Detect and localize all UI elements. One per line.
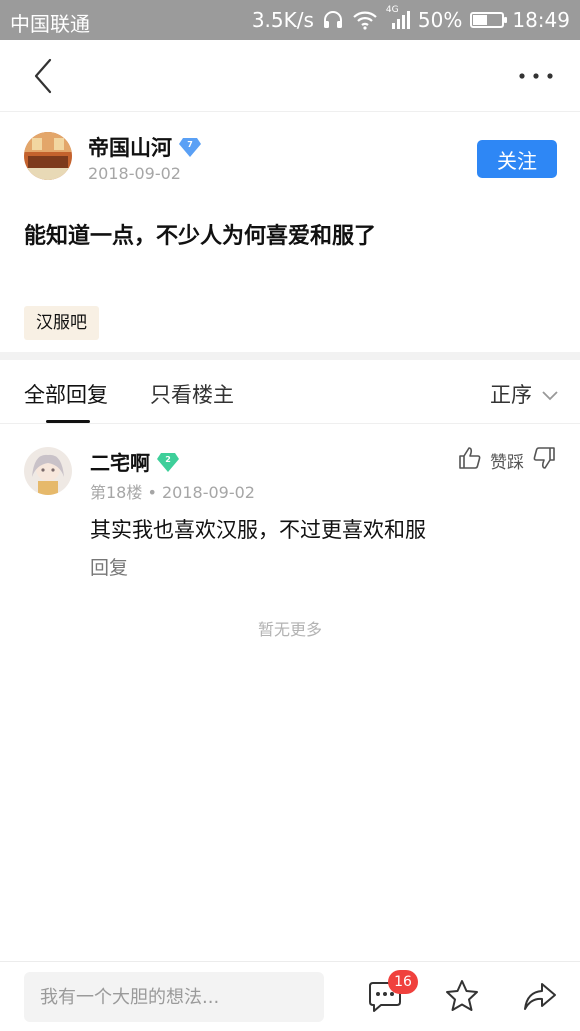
tab-op-only[interactable]: 只看楼主 xyxy=(150,379,234,409)
author-avatar[interactable] xyxy=(24,132,72,180)
sort-label: 正序 xyxy=(490,383,532,407)
share-icon[interactable] xyxy=(522,978,558,1014)
chevron-down-icon xyxy=(542,382,558,406)
wifi-icon xyxy=(352,10,378,30)
commenter-row: 二宅啊 2 xyxy=(90,447,180,476)
reply-link[interactable]: 回复 xyxy=(90,553,128,580)
battery-level xyxy=(473,15,488,25)
no-more-text: 暂无更多 xyxy=(257,620,322,639)
thumbs-up-icon[interactable] xyxy=(458,446,482,475)
clock: 18:49 xyxy=(512,8,570,32)
network-speed: 3.5K/s xyxy=(251,8,314,32)
active-tab-indicator xyxy=(46,420,90,423)
author-name[interactable]: 帝国山河 xyxy=(88,132,172,162)
comment-input[interactable] xyxy=(24,972,324,1022)
carrier-label: 中国联通 xyxy=(10,12,90,36)
signal-icon: 4G xyxy=(386,5,410,30)
comment-count-badge: 16 xyxy=(388,970,418,994)
commenter-avatar[interactable] xyxy=(24,447,72,495)
level-badge-icon: 7 xyxy=(178,136,202,158)
tab-all-replies[interactable]: 全部回复 xyxy=(24,379,108,409)
sort-dropdown[interactable]: 正序 xyxy=(490,379,558,409)
thumbs-down-icon[interactable] xyxy=(532,446,556,475)
floor-number: 第18楼 xyxy=(90,483,143,502)
nav-bar xyxy=(0,40,580,112)
meta-separator: • xyxy=(147,483,162,502)
vote-actions: 赞踩 xyxy=(458,446,556,475)
post-title: 能知道一点，不少人为何喜爱和服了 xyxy=(24,224,377,249)
commenter-level: 2 xyxy=(165,455,171,464)
level-badge-icon: 2 xyxy=(156,451,180,473)
back-icon[interactable] xyxy=(26,56,66,96)
comment-meta: 第18楼 • 2018-09-02 xyxy=(90,479,255,503)
more-options-icon[interactable] xyxy=(516,64,556,88)
battery-percent: 50% xyxy=(417,8,463,32)
bottom-bar: 16 xyxy=(0,961,580,1031)
comment-text: 其实我也喜欢汉服，不过更喜欢和服 xyxy=(90,518,426,542)
author-row: 帝国山河 7 xyxy=(88,132,202,162)
reply-tabs: 全部回复 只看楼主 正序 xyxy=(0,360,580,424)
status-right: 3.5K/s 4G 50% 18:49 xyxy=(251,5,570,32)
headphones-icon xyxy=(322,10,344,30)
commenter-name[interactable]: 二宅啊 xyxy=(90,447,150,476)
forum-tag[interactable]: 汉服吧 xyxy=(24,306,99,340)
battery-icon xyxy=(470,12,508,28)
author-level: 7 xyxy=(187,140,193,149)
follow-button[interactable]: 关注 xyxy=(477,140,557,178)
network-type: 4G xyxy=(385,5,399,15)
section-divider xyxy=(0,352,580,360)
post-date: 2018-09-02 xyxy=(88,164,181,183)
star-icon[interactable] xyxy=(444,978,480,1014)
comment-date: 2018-09-02 xyxy=(162,483,255,502)
status-bar: 中国联通 3.5K/s 4G 50% 18:49 xyxy=(0,0,580,40)
vote-label: 赞踩 xyxy=(490,453,524,473)
